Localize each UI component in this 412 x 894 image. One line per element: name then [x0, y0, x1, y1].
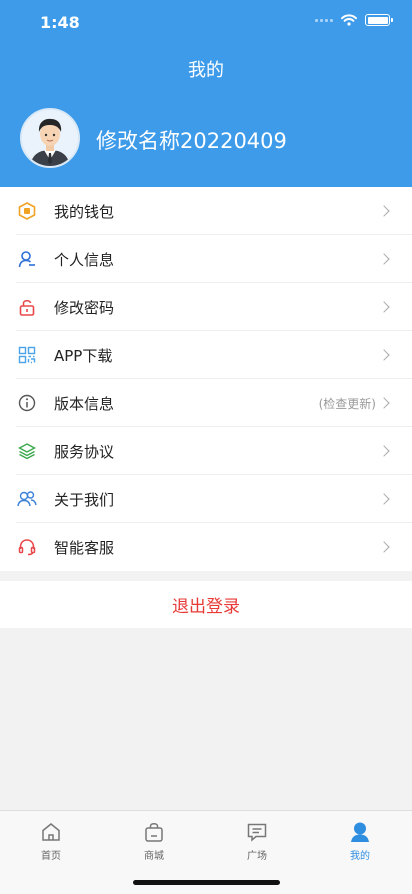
shopping-bag-icon — [143, 821, 165, 843]
home-icon — [40, 821, 62, 843]
chevron-right-icon — [378, 397, 390, 409]
group-icon — [17, 489, 37, 509]
avatar[interactable] — [20, 108, 80, 168]
menu-item-version-info[interactable]: 版本信息 (检查更新) — [0, 379, 412, 427]
menu-item-label: 个人信息 — [54, 250, 115, 269]
menu-item-label: 智能客服 — [54, 538, 115, 557]
chat-icon — [246, 821, 268, 843]
tab-mall[interactable]: 商城 — [114, 821, 194, 862]
username[interactable]: 修改名称20220409 — [96, 125, 287, 155]
wallet-icon — [17, 201, 37, 221]
menu-item-about-us[interactable]: 关于我们 — [0, 475, 412, 523]
chevron-right-icon — [378, 541, 390, 553]
tab-label: 广场 — [247, 851, 267, 862]
qr-code-icon — [17, 345, 37, 365]
status-icons — [315, 14, 393, 26]
menu-item-label: 服务协议 — [54, 442, 115, 461]
tab-plaza[interactable]: 广场 — [217, 821, 297, 862]
menu-item-label: 修改密码 — [54, 298, 115, 317]
chevron-right-icon — [378, 301, 390, 313]
chevron-right-icon — [378, 205, 390, 217]
menu-item-label: 关于我们 — [54, 490, 115, 509]
user-icon — [17, 249, 37, 269]
info-icon — [17, 393, 37, 413]
menu-item-label: 版本信息 — [54, 394, 115, 413]
logout-button[interactable]: 退出登录 — [0, 581, 412, 628]
layers-icon — [17, 441, 37, 461]
menu-item-label: 我的钱包 — [54, 202, 115, 221]
tab-label: 我的 — [350, 851, 370, 862]
tab-home[interactable]: 首页 — [11, 821, 91, 862]
menu-item-smart-service[interactable]: 智能客服 — [0, 523, 412, 571]
profile-header: 1:48 我的 修改名称20220409 — [0, 0, 412, 187]
tab-label: 首页 — [41, 851, 61, 862]
menu-item-app-download[interactable]: APP下载 — [0, 331, 412, 379]
home-indicator — [133, 880, 280, 885]
menu-item-change-password[interactable]: 修改密码 — [0, 283, 412, 331]
tab-label: 商城 — [144, 851, 164, 862]
tab-mine[interactable]: 我的 — [320, 821, 400, 862]
wifi-icon — [341, 14, 357, 26]
settings-menu: 我的钱包 个人信息 修改密码 APP下载 版本信息 (检查更新) 服务协议 关于… — [0, 187, 412, 571]
menu-item-service-agreement[interactable]: 服务协议 — [0, 427, 412, 475]
menu-item-personal-info[interactable]: 个人信息 — [0, 235, 412, 283]
page-title: 我的 — [188, 60, 224, 81]
menu-item-wallet[interactable]: 我的钱包 — [0, 187, 412, 235]
battery-icon — [365, 14, 393, 26]
headset-icon — [17, 537, 37, 557]
check-update-link[interactable]: (检查更新) — [319, 395, 376, 412]
menu-item-label: APP下载 — [54, 346, 113, 365]
chevron-right-icon — [378, 493, 390, 505]
cellular-signal-icon — [315, 18, 333, 22]
avatar-person-icon — [22, 110, 78, 166]
chevron-right-icon — [378, 253, 390, 265]
lock-icon — [17, 297, 37, 317]
status-time: 1:48 — [40, 13, 80, 32]
profile-icon — [349, 821, 371, 843]
chevron-right-icon — [378, 349, 390, 361]
chevron-right-icon — [378, 445, 390, 457]
